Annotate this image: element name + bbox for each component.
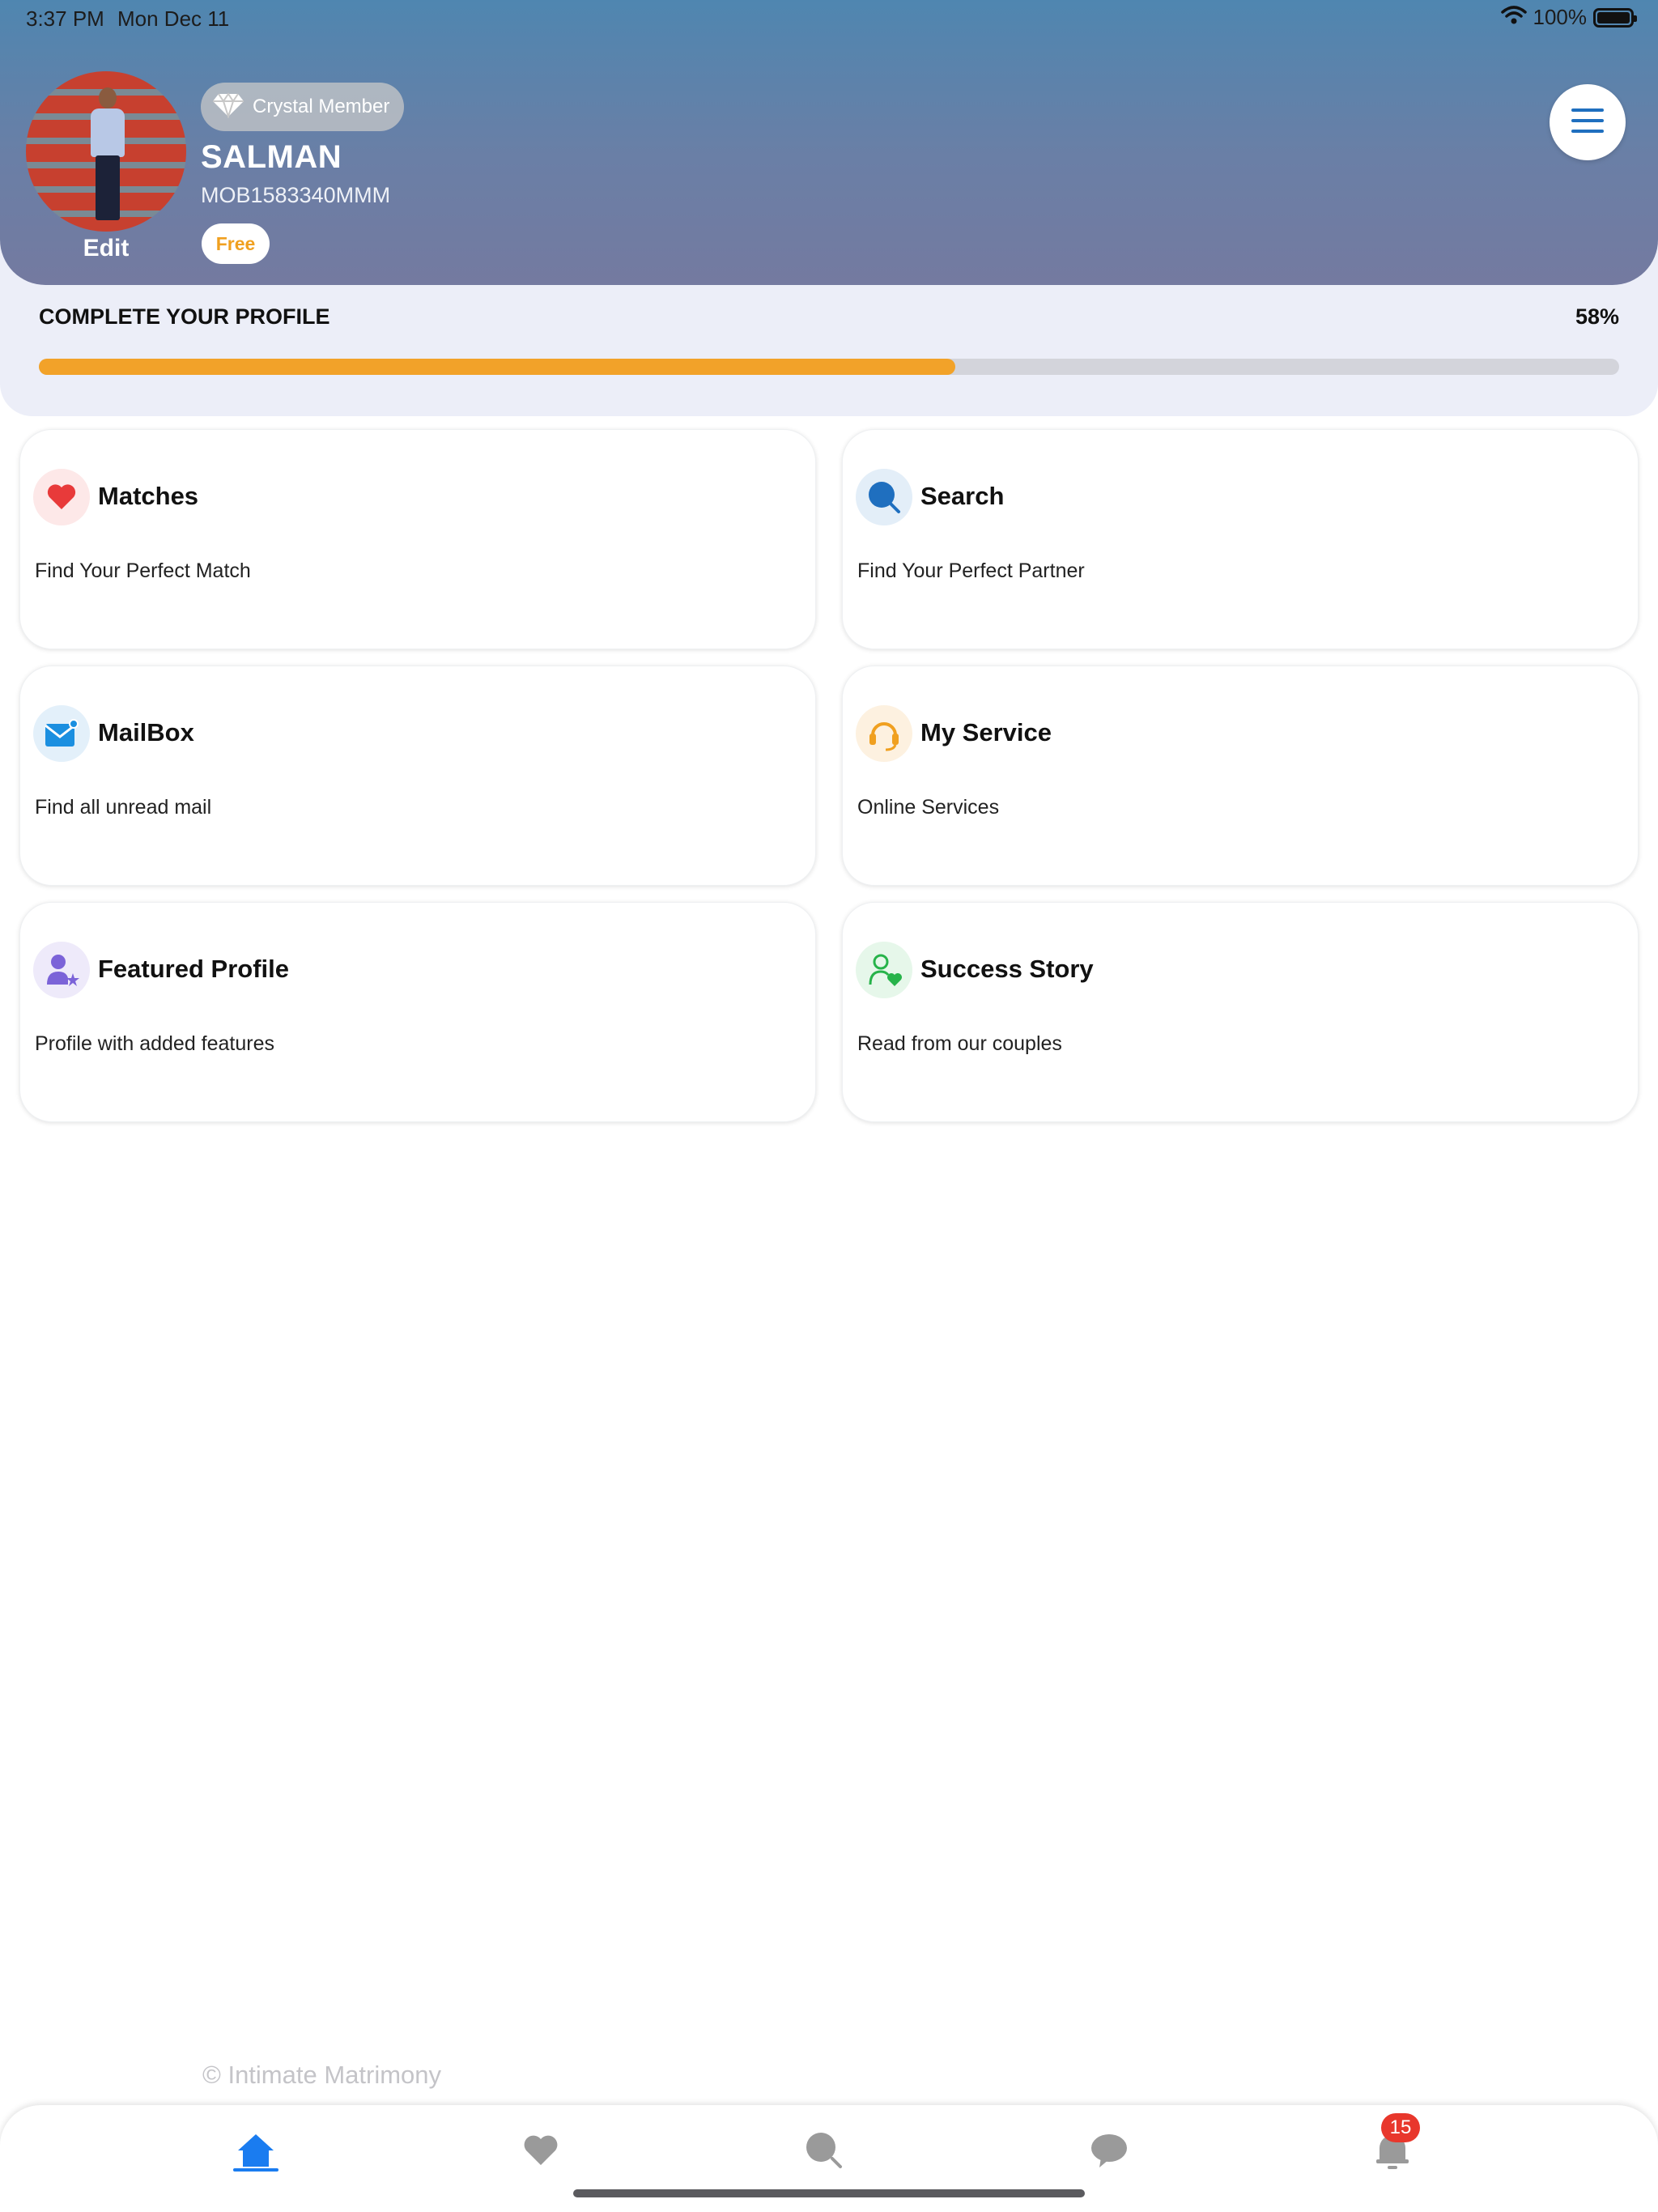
menu-button[interactable] — [1550, 84, 1626, 160]
plan-badge[interactable]: Free — [202, 223, 270, 264]
completion-title: COMPLETE YOUR PROFILE — [39, 304, 330, 329]
tab-chat[interactable] — [1077, 2120, 1141, 2184]
search-icon — [856, 469, 912, 525]
diamond-icon — [212, 91, 244, 122]
status-bar: 3:37 PM Mon Dec 11 100% — [0, 0, 1658, 39]
home-indicator — [573, 2189, 1085, 2197]
avatar-photo — [91, 87, 125, 225]
mail-icon — [33, 705, 90, 762]
card-subtitle: Online Services — [857, 796, 1000, 819]
card-title: MailBox — [98, 718, 194, 747]
membership-badge: Crystal Member — [201, 83, 405, 131]
card-subtitle: Find all unread mail — [35, 796, 212, 819]
card-title: Featured Profile — [98, 955, 289, 983]
card-subtitle: Read from our couples — [857, 1032, 1062, 1055]
tab-search[interactable] — [792, 2120, 857, 2184]
user-heart-icon — [856, 942, 912, 998]
chat-icon — [1090, 2132, 1129, 2173]
mailbox-card[interactable]: MailBox Find all unread mail — [19, 666, 816, 886]
hamburger-icon — [1570, 107, 1605, 138]
card-subtitle: Find Your Perfect Match — [35, 559, 251, 582]
battery-icon — [1593, 7, 1637, 28]
my-service-card[interactable]: My Service Online Services — [842, 666, 1639, 886]
edit-profile-link[interactable]: Edit — [0, 235, 212, 262]
home-icon — [236, 2133, 275, 2172]
wifi-icon — [1500, 6, 1527, 29]
active-tab-indicator — [233, 2168, 278, 2172]
card-subtitle: Profile with added features — [35, 1032, 275, 1055]
card-title: My Service — [920, 718, 1052, 747]
heart-icon — [33, 469, 90, 525]
card-subtitle: Find Your Perfect Partner — [857, 559, 1085, 582]
completion-progress-bar — [39, 359, 1619, 375]
completion-percent: 58% — [1575, 304, 1619, 329]
tab-home[interactable] — [223, 2120, 288, 2184]
card-title: Search — [920, 482, 1005, 510]
copyright-text: © Intimate Matrimony — [202, 2061, 442, 2089]
tab-matches[interactable] — [508, 2120, 573, 2184]
status-date: Mon Dec 11 — [117, 6, 230, 31]
user-star-icon — [33, 942, 90, 998]
membership-label: Crystal Member — [253, 96, 390, 117]
member-id: MOB1583340MMM — [201, 183, 391, 207]
battery-percent: 100% — [1533, 5, 1588, 29]
profile-header: Edit Crystal Member SALMAN MOB1583340MMM… — [0, 0, 1658, 285]
search-icon — [805, 2131, 844, 2174]
card-title: Success Story — [920, 955, 1094, 983]
feature-grid: Matches Find Your Perfect Match Search F… — [19, 429, 1639, 1122]
heart-icon — [522, 2134, 559, 2171]
featured-profile-card[interactable]: Featured Profile Profile with added feat… — [19, 902, 816, 1122]
headset-icon — [856, 705, 912, 762]
success-story-card[interactable]: Success Story Read from our couples — [842, 902, 1639, 1122]
card-title: Matches — [98, 482, 199, 510]
avatar[interactable] — [26, 71, 186, 232]
notification-count-badge: 15 — [1381, 2113, 1420, 2142]
search-card[interactable]: Search Find Your Perfect Partner — [842, 429, 1639, 649]
status-time: 3:37 PM — [26, 6, 104, 31]
matches-card[interactable]: Matches Find Your Perfect Match — [19, 429, 816, 649]
completion-progress-fill — [39, 359, 956, 375]
profile-name: SALMAN — [201, 139, 342, 175]
